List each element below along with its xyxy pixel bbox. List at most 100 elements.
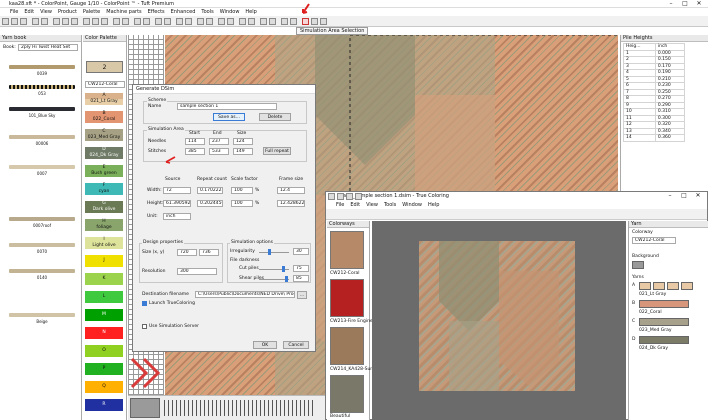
layer-icon[interactable] xyxy=(248,18,255,25)
colorway-thumb[interactable] xyxy=(330,327,364,365)
slider-thumb[interactable] xyxy=(281,266,285,272)
yarn-item[interactable]: 0039 xyxy=(6,65,78,76)
width-repeat-count[interactable]: 0.17022222 xyxy=(197,187,223,194)
tc-menu-edit[interactable]: Edit xyxy=(350,201,360,209)
delete-button[interactable]: Delete xyxy=(259,113,291,121)
repeat-icon[interactable] xyxy=(197,18,204,25)
size-y[interactable]: 736 xyxy=(199,249,219,256)
ellipse-icon[interactable] xyxy=(101,18,108,25)
tc-close-button[interactable]: ✕ xyxy=(691,192,705,199)
slider-thumb[interactable] xyxy=(268,249,271,255)
simulation-icon[interactable] xyxy=(281,18,288,25)
cancel-button[interactable]: Cancel xyxy=(283,341,309,349)
browse-button[interactable]: ... xyxy=(297,291,307,299)
use-simulation-server-checkbox[interactable] xyxy=(142,324,147,329)
zoom-in-icon[interactable] xyxy=(113,18,120,25)
colorway-select[interactable]: CW212-Coral xyxy=(85,81,125,88)
palette-icon[interactable] xyxy=(176,18,183,25)
print-icon[interactable] xyxy=(320,18,327,25)
redo-icon[interactable] xyxy=(41,18,48,25)
tc-minimize-button[interactable]: – xyxy=(663,192,677,199)
pile-icon[interactable] xyxy=(227,18,234,25)
simulation-area-selection-icon[interactable] xyxy=(302,18,309,25)
ruler-icon[interactable] xyxy=(143,18,150,25)
export-icon[interactable] xyxy=(311,18,318,25)
yarn-icon[interactable] xyxy=(185,18,192,25)
shear-piles-slider[interactable] xyxy=(259,276,289,282)
simulation-view[interactable] xyxy=(372,221,626,420)
tc-zoom-icon[interactable] xyxy=(346,193,353,200)
menu-enhanced[interactable]: Enhanced xyxy=(171,8,196,16)
menu-file[interactable]: File xyxy=(10,8,18,16)
save-icon[interactable] xyxy=(20,18,27,25)
destination-field[interactable]: C:\Users\Public\Documents\NED Drive\ Pro… xyxy=(195,291,295,298)
launch-truecoloring-checkbox[interactable] xyxy=(142,301,147,306)
colorway-thumb[interactable] xyxy=(330,279,364,317)
swatch-k[interactable]: K xyxy=(85,273,123,285)
table-row[interactable]: 14 0.360 xyxy=(623,134,686,142)
tc-menu-help[interactable]: Help xyxy=(428,201,439,209)
width-scale[interactable]: 100 xyxy=(231,187,253,194)
minimize-button[interactable]: – xyxy=(664,0,678,7)
mirror-icon[interactable] xyxy=(155,18,162,25)
menu-help[interactable]: Help xyxy=(245,8,256,16)
resolution-field[interactable]: 300 xyxy=(177,268,217,275)
needles-end[interactable]: 237 xyxy=(209,138,229,145)
swatch-j[interactable]: J xyxy=(85,255,123,267)
yarn-item[interactable]: 0007roof xyxy=(6,217,78,228)
yarn-swatch[interactable] xyxy=(639,318,689,326)
measure-icon[interactable] xyxy=(269,18,276,25)
swatch-m[interactable]: M xyxy=(85,309,123,321)
unit-select[interactable]: inch xyxy=(163,213,191,220)
menu-view[interactable]: View xyxy=(40,8,52,16)
ok-button[interactable]: OK xyxy=(253,341,277,349)
text-icon[interactable] xyxy=(260,18,267,25)
yarn-swatch[interactable] xyxy=(667,282,679,290)
irregularity-field[interactable]: 30 xyxy=(293,248,309,255)
colorway-thumb[interactable] xyxy=(330,231,364,269)
yarn-item[interactable]: 101_Blue Sky xyxy=(6,107,78,118)
needles-start[interactable]: 114 xyxy=(185,138,205,145)
tc-open-icon[interactable] xyxy=(328,193,335,200)
yarn-swatch[interactable] xyxy=(639,300,689,308)
swatch-o[interactable]: O xyxy=(85,345,123,357)
menu-machine-parts[interactable]: Machine parts xyxy=(106,8,141,16)
swatch-r[interactable]: R xyxy=(85,399,123,411)
tc-menu-tools[interactable]: Tools xyxy=(384,201,396,209)
menu-window[interactable]: Window xyxy=(220,8,240,16)
height-frame[interactable]: 12.42862204 xyxy=(277,200,305,207)
rectangle-icon[interactable] xyxy=(92,18,99,25)
width-source[interactable]: 72 xyxy=(163,187,191,194)
preview-icon[interactable] xyxy=(290,18,297,25)
full-repeat-button[interactable]: Full repeat xyxy=(263,147,291,155)
maximize-button[interactable]: □ xyxy=(678,0,692,7)
menu-effects[interactable]: Effects xyxy=(148,8,165,16)
slider-thumb[interactable] xyxy=(284,276,288,282)
cut-piles-field[interactable]: 75 xyxy=(293,265,309,272)
colorway-label[interactable]: Beautiful xyxy=(330,414,350,419)
needle-icon[interactable] xyxy=(218,18,225,25)
yarn-swatch[interactable] xyxy=(639,336,689,344)
yarn-item[interactable]: 0007 xyxy=(6,165,78,176)
colorway-select[interactable]: CW212-Coral xyxy=(632,237,676,244)
open-icon[interactable] xyxy=(11,18,18,25)
grid-icon[interactable] xyxy=(134,18,141,25)
height-repeat-count[interactable]: 0.20244566 xyxy=(197,200,223,207)
undo-icon[interactable] xyxy=(32,18,39,25)
yarn-item[interactable]: 0070 xyxy=(6,243,78,254)
colorway-label[interactable]: CW213-Fire Engine xyxy=(330,319,373,324)
swatch-l[interactable]: L xyxy=(85,291,123,303)
line-icon[interactable] xyxy=(83,18,90,25)
background-swatch[interactable] xyxy=(632,261,644,269)
cut-piles-slider[interactable] xyxy=(259,266,289,272)
tc-menu-view[interactable]: View xyxy=(366,201,378,209)
swatch-p[interactable]: P xyxy=(85,363,123,375)
stitches-start[interactable]: 385 xyxy=(185,148,205,155)
needles-size[interactable]: 124 xyxy=(233,138,253,145)
select-icon[interactable] xyxy=(53,18,60,25)
menu-product[interactable]: Product xyxy=(58,8,77,16)
tc-save-icon[interactable] xyxy=(337,193,344,200)
swatch-q[interactable]: Q xyxy=(85,381,123,393)
size-x[interactable]: 720 xyxy=(177,249,197,256)
zoom-out-icon[interactable] xyxy=(122,18,129,25)
